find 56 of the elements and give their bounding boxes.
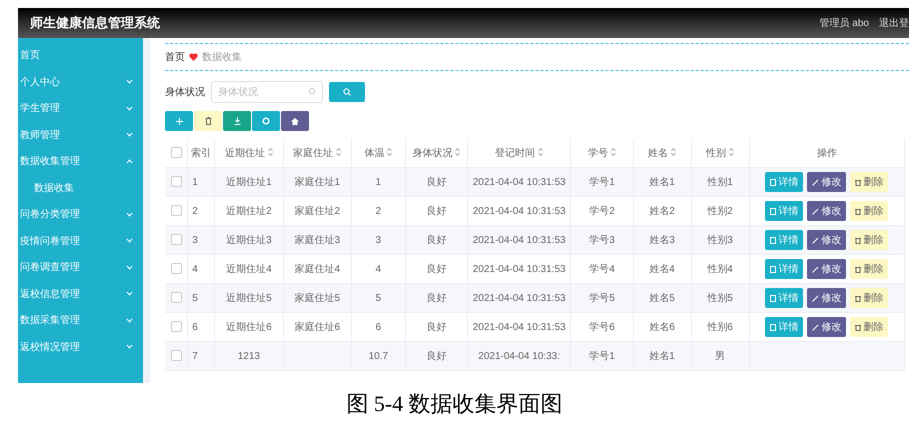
table-cell: 2021-04-04 10:33: <box>467 342 571 370</box>
edit-button[interactable]: 修改 <box>807 230 846 250</box>
column-header: 登记时间 <box>495 148 536 159</box>
figure-caption: 图 5-4 数据收集界面图 <box>346 390 563 418</box>
sidebar-item[interactable]: 个人中心 <box>18 68 143 95</box>
sidebar-item[interactable]: 问卷分类管理 <box>18 201 143 228</box>
edit-button[interactable]: 修改 <box>807 317 846 337</box>
user-label: 管理员 abo <box>820 17 869 30</box>
edit-button[interactable]: 修改 <box>807 172 846 192</box>
sidebar-item[interactable]: 疫情问卷管理 <box>18 228 143 254</box>
sidebar-item[interactable]: 返校信息管理 <box>18 280 143 307</box>
sidebar-item[interactable]: 数据采集管理 <box>18 307 143 334</box>
sidebar-item[interactable]: 返校情况管理 <box>18 334 143 360</box>
delete-button[interactable]: 删除 <box>850 259 888 279</box>
table-cell: 10.7 <box>351 342 406 370</box>
search-label: 身体状况 <box>165 86 205 99</box>
table-cell: 男 <box>691 342 750 370</box>
table-cell: 良好 <box>405 342 468 370</box>
table-cell: 7 <box>188 342 215 370</box>
logout-link[interactable]: 退出登 <box>879 16 909 30</box>
column-header: 索引 <box>191 148 212 159</box>
sidebar-subitem[interactable]: 数据收集 <box>18 174 143 201</box>
edit-button[interactable]: 修改 <box>807 288 846 308</box>
column-header: 学号 <box>588 148 608 159</box>
column-header: 家庭住址 <box>293 148 334 159</box>
column-header: 身体状况 <box>412 148 452 159</box>
delete-button[interactable]: 删除 <box>850 317 888 337</box>
sidebar-item[interactable]: 问卷调查管理 <box>18 254 143 280</box>
sidebar-item[interactable]: 数据收集管理 <box>18 148 143 174</box>
sidebar-item[interactable]: 教师管理 <box>18 122 143 148</box>
sidebar-item[interactable]: 首页 <box>18 42 143 68</box>
search-field[interactable]: 身体状况 <box>211 81 323 103</box>
column-header: 姓名 <box>648 148 668 159</box>
breadcrumb-item[interactable]: 首页 <box>165 50 185 64</box>
column-header: 近期住址 <box>224 148 265 159</box>
column-header: 体温 <box>364 148 384 159</box>
details-button[interactable]: 详情 <box>765 288 804 308</box>
column-header: 操作 <box>816 148 837 159</box>
app-title: 师生健康信息管理系统 <box>30 14 160 32</box>
table-cell: 学号1 <box>570 342 634 370</box>
delete-button[interactable]: 删除 <box>850 288 888 308</box>
details-button[interactable]: 详情 <box>765 230 804 250</box>
edit-button[interactable]: 修改 <box>807 259 846 279</box>
delete-button[interactable]: 删除 <box>850 201 888 221</box>
breadcrumb-item[interactable]: 数据收集 <box>202 50 242 64</box>
details-button[interactable]: 详情 <box>765 259 804 279</box>
details-button[interactable]: 详情 <box>765 317 804 337</box>
delete-button[interactable]: 删除 <box>850 230 888 250</box>
column-header: 性别 <box>706 148 726 159</box>
details-button[interactable]: 详情 <box>765 201 804 221</box>
table-cell: 姓名1 <box>633 342 692 370</box>
table-cell: 1213 <box>214 342 284 370</box>
edit-button[interactable]: 修改 <box>807 201 846 221</box>
delete-button[interactable]: 删除 <box>850 172 888 192</box>
sidebar-item[interactable]: 学生管理 <box>18 95 143 122</box>
details-button[interactable]: 详情 <box>765 172 804 192</box>
